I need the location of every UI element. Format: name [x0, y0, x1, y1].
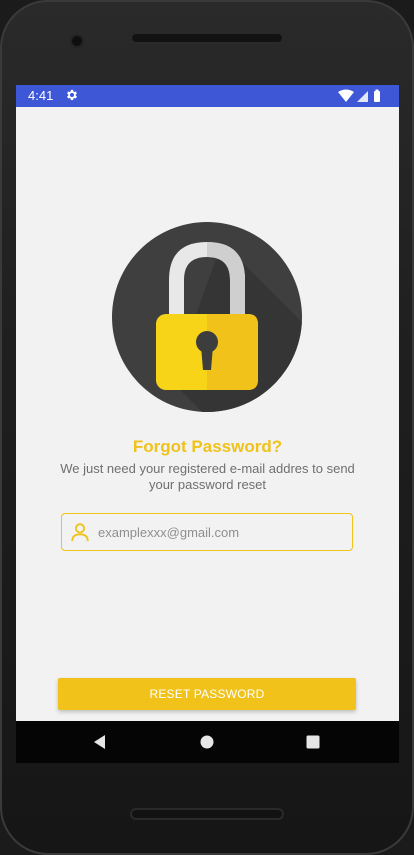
email-field[interactable] — [61, 513, 353, 551]
email-input[interactable] — [98, 514, 344, 550]
bottom-speaker — [130, 808, 284, 820]
home-icon[interactable] — [197, 732, 217, 752]
status-icons — [338, 89, 380, 102]
navigation-bar — [16, 721, 399, 763]
wifi-icon — [338, 89, 354, 102]
page-subtitle: We just need your registered e-mail addr… — [60, 461, 355, 492]
phone-frame: 4:41 Forgot Password? We just need your … — [0, 0, 414, 855]
page-title: Forgot Password? — [132, 437, 283, 456]
padlock-icon — [112, 222, 302, 412]
status-time: 4:41 — [28, 88, 54, 103]
status-bar: 4:41 — [16, 85, 399, 107]
battery-icon — [374, 91, 380, 102]
front-camera — [72, 36, 82, 46]
back-icon[interactable] — [90, 732, 110, 752]
top-speaker — [130, 32, 284, 44]
screen: 4:41 Forgot Password? We just need your … — [16, 85, 399, 763]
recents-icon[interactable] — [303, 732, 323, 752]
signal-icon — [357, 91, 368, 102]
user-icon — [71, 523, 89, 542]
reset-password-button[interactable]: RESET PASSWORD — [58, 678, 356, 710]
settings-icon — [67, 89, 77, 101]
